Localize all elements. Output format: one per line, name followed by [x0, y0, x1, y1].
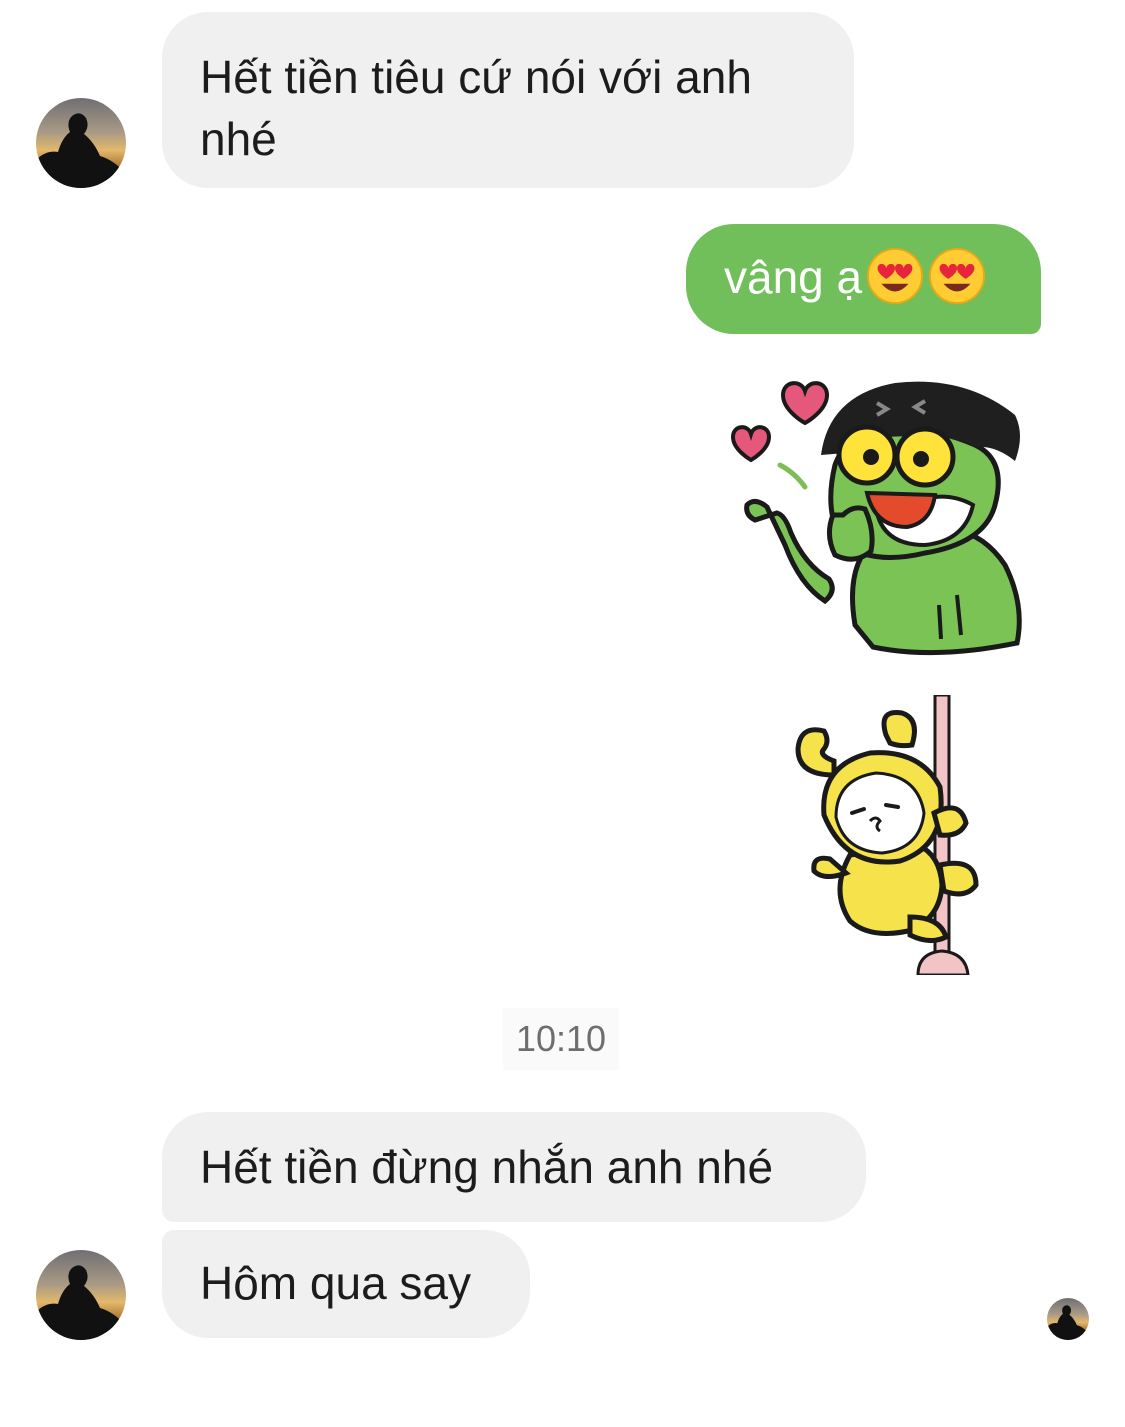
heart-icon — [730, 425, 772, 463]
avatar[interactable] — [36, 98, 126, 188]
heart-icon — [780, 381, 830, 426]
message-text: Hết tiền tiêu cứ nói với anh nhé — [200, 51, 752, 165]
message-timestamp: 10:10 — [503, 1008, 619, 1070]
person-silhouette-icon — [36, 113, 126, 188]
incoming-message[interactable]: Hết tiền tiêu cứ nói với anh nhé — [162, 12, 854, 188]
outgoing-message[interactable]: vâng ạ — [686, 224, 1041, 334]
seen-indicator-avatar — [1047, 1298, 1089, 1340]
incoming-message[interactable]: Hôm qua say — [162, 1230, 530, 1338]
heart-eyes-emoji-icon — [866, 247, 924, 305]
avatar[interactable] — [36, 1250, 126, 1340]
yellow-rabbit-pole-sticker[interactable] — [790, 693, 990, 977]
frog-blowing-kisses-sticker[interactable] — [725, 365, 1030, 665]
person-silhouette-icon — [1047, 1305, 1089, 1340]
heart-eyes-emoji-icon — [928, 247, 986, 305]
message-text: Hết tiền đừng nhắn anh nhé — [200, 1141, 774, 1193]
incoming-message[interactable]: Hết tiền đừng nhắn anh nhé — [162, 1112, 866, 1222]
message-text: vâng ạ — [724, 251, 863, 303]
person-silhouette-icon — [36, 1265, 126, 1340]
message-text: Hôm qua say — [200, 1257, 472, 1309]
